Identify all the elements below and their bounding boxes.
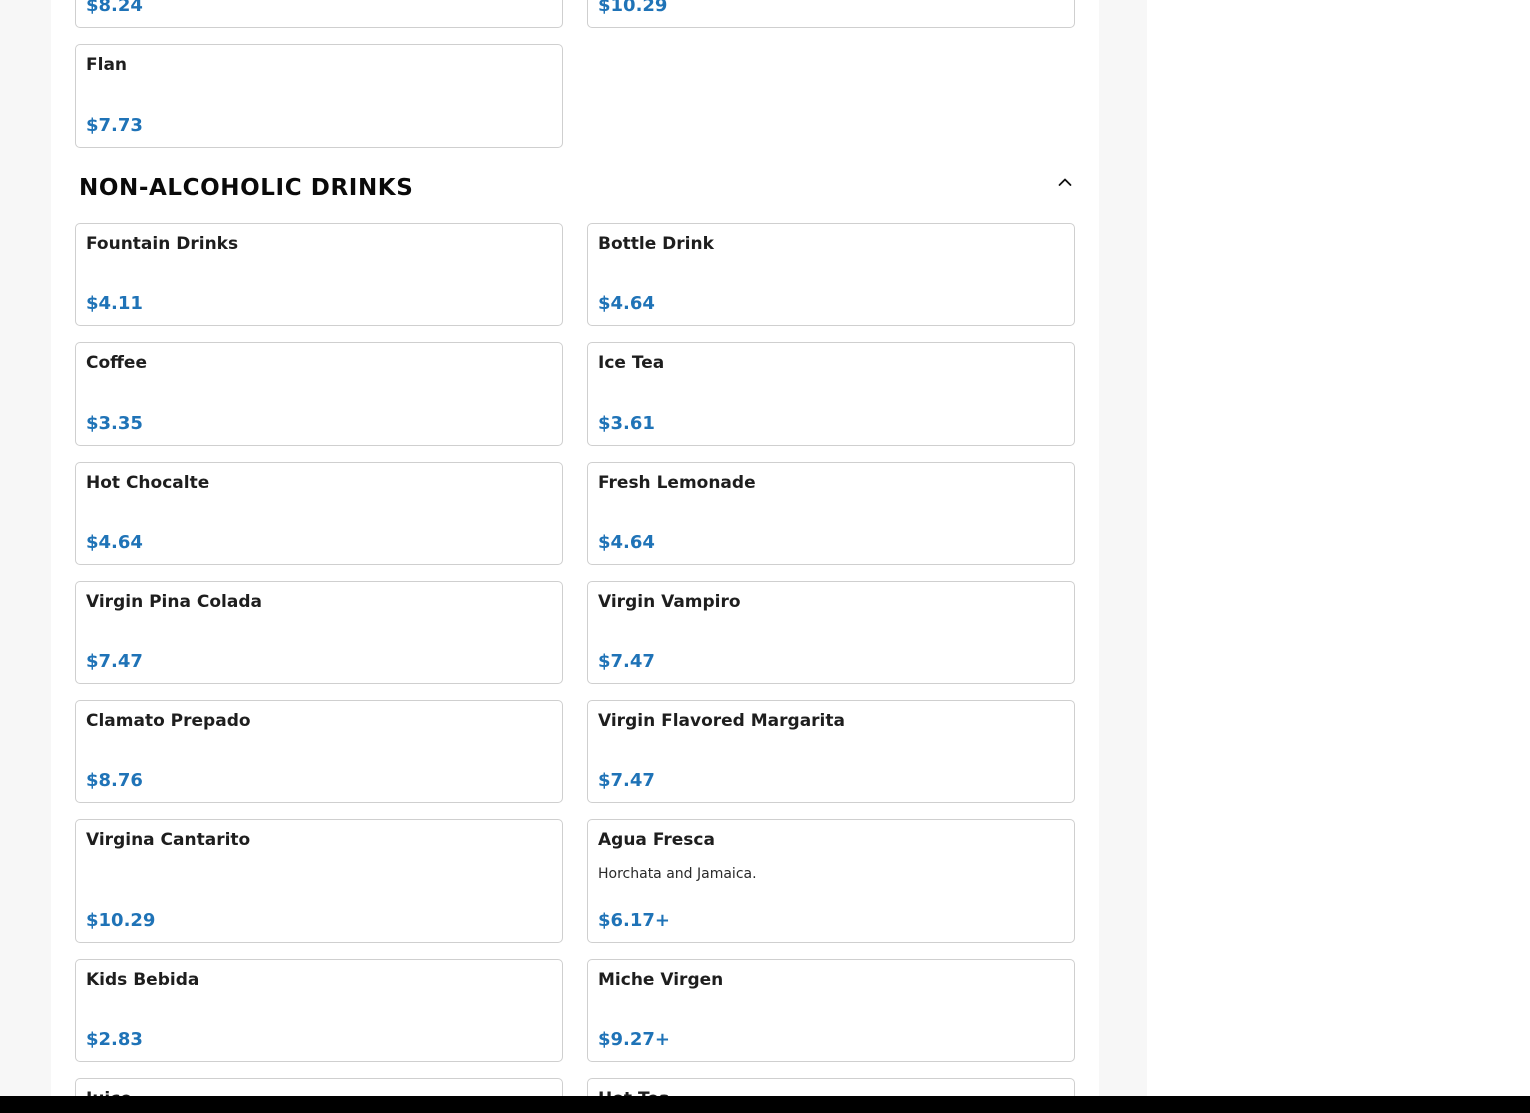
menu-item-card[interactable]: $8.24	[75, 0, 563, 28]
menu-item-price: $8.76	[86, 770, 143, 791]
menu-item-card[interactable]: Bottle Drink $4.64	[587, 223, 1075, 326]
section-title: NON-ALCOHOLIC DRINKS	[79, 175, 414, 201]
menu-item-card[interactable]: Virgin Vampiro $7.47	[587, 581, 1075, 684]
menu-item-card[interactable]: $10.29	[587, 0, 1075, 28]
menu-item-name: Virgin Vampiro	[598, 592, 741, 612]
menu-item-name: Fresh Lemonade	[598, 473, 756, 493]
menu-item-price: $3.35	[86, 413, 143, 434]
menu-item-name: Clamato Prepado	[86, 711, 251, 731]
menu-item-name: Bottle Drink	[598, 234, 714, 254]
menu-item-description: Horchata and Jamaica.	[598, 866, 757, 882]
menu-item-name: Hot Chocalte	[86, 473, 210, 493]
menu-item-name: Virgin Flavored Margarita	[598, 711, 845, 731]
menu-item-name: Coffee	[86, 353, 147, 373]
menu-item-price: $7.47	[598, 651, 655, 672]
menu-item-price: $4.64	[598, 293, 655, 314]
menu-item-price: $4.64	[86, 532, 143, 553]
collapse-section-button[interactable]	[1053, 170, 1077, 194]
menu-item-name: Flan	[86, 55, 128, 75]
bottom-bar	[0, 1096, 1530, 1113]
menu-item-price: $9.27+	[598, 1029, 671, 1050]
menu-item-name: Miche Virgen	[598, 970, 724, 990]
menu-item-card[interactable]: Miche Virgen $9.27+	[587, 959, 1075, 1062]
menu-item-card[interactable]: Fountain Drinks $4.11	[75, 223, 563, 326]
menu-item-name: Ice Tea	[598, 353, 665, 373]
menu-item-card[interactable]: Coffee $3.35	[75, 342, 563, 446]
menu-item-price: $3.61	[598, 413, 655, 434]
menu-item-card[interactable]: Flan $7.73	[75, 44, 563, 148]
menu-item-price: $8.24	[86, 0, 143, 16]
menu-item-card[interactable]: Hot Chocalte $4.64	[75, 462, 563, 565]
menu-item-card[interactable]: Virgina Cantarito $10.29	[75, 819, 563, 943]
page: $8.24 $10.29 Flan $7.73 NON-ALCOHOLIC DR…	[0, 0, 1530, 1113]
menu-item-card[interactable]: Agua Fresca Horchata and Jamaica. $6.17+	[587, 819, 1075, 943]
menu-item-name: Agua Fresca	[598, 830, 715, 850]
menu-item-card[interactable]: Virgin Flavored Margarita $7.47	[587, 700, 1075, 803]
menu-item-name: Virgin Pina Colada	[86, 592, 262, 612]
menu-item-price: $7.47	[86, 651, 143, 672]
menu-item-price: $7.47	[598, 770, 655, 791]
menu-item-name: Fountain Drinks	[86, 234, 239, 254]
menu-item-price: $10.29	[598, 0, 668, 16]
menu-item-price: $2.83	[86, 1029, 143, 1050]
chevron-up-icon	[1058, 178, 1072, 186]
menu-item-card[interactable]: Virgin Pina Colada $7.47	[75, 581, 563, 684]
menu-item-card[interactable]: Clamato Prepado $8.76	[75, 700, 563, 803]
menu-item-price: $7.73	[86, 115, 143, 136]
menu-item-price: $6.17+	[598, 910, 671, 931]
menu-item-name: Virgina Cantarito	[86, 830, 251, 850]
menu-item-card[interactable]: Fresh Lemonade $4.64	[587, 462, 1075, 565]
menu-item-name: Kids Bebida	[86, 970, 200, 990]
side-panel	[1147, 0, 1530, 1113]
menu-item-price: $10.29	[86, 910, 156, 931]
menu-item-price: $4.11	[86, 293, 143, 314]
menu-item-card[interactable]: Kids Bebida $2.83	[75, 959, 563, 1062]
menu-item-card[interactable]: Ice Tea $3.61	[587, 342, 1075, 446]
menu-item-price: $4.64	[598, 532, 655, 553]
